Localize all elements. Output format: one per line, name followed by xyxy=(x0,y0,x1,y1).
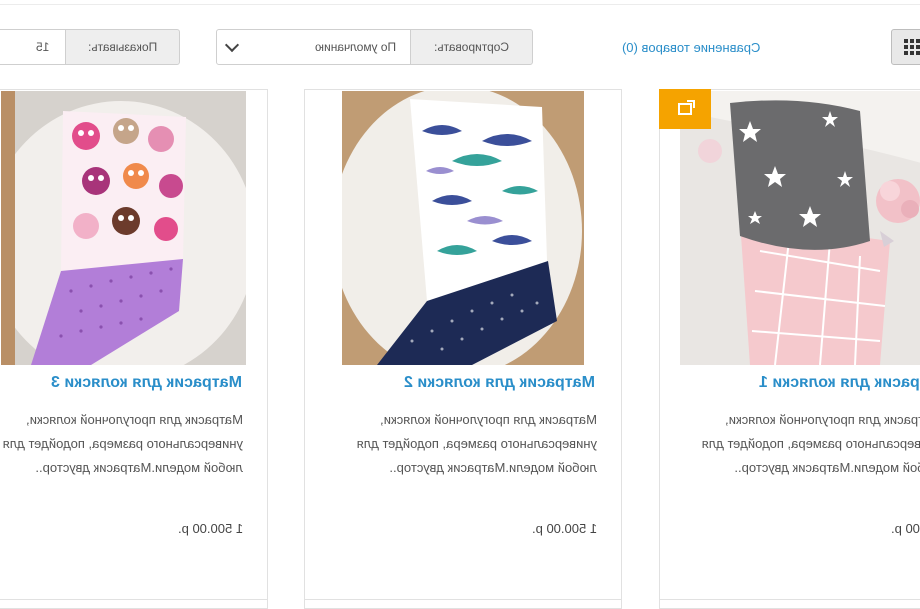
sort-select[interactable]: По умолчанию xyxy=(216,29,411,65)
product-price: 1 500.00 р. xyxy=(890,521,920,536)
sort-label: Сортировать: xyxy=(410,29,533,65)
compare-products-link[interactable]: Сравнение товаров (0) xyxy=(622,40,760,55)
product-image[interactable] xyxy=(680,91,920,365)
chevron-down-icon xyxy=(224,37,240,53)
product-name-link[interactable]: Матрасик для коляски 2 xyxy=(404,374,595,392)
grid-view-button[interactable] xyxy=(891,29,920,65)
show-limit-select[interactable]: 15 xyxy=(0,29,66,65)
product-price: 1 500.00 р. xyxy=(531,521,597,536)
product-image[interactable] xyxy=(1,91,246,365)
product-card: Матрасик для коляски 3 Матрасик для прог… xyxy=(0,89,268,609)
product-price: 1 500.00 р. xyxy=(177,521,243,536)
grid-icon xyxy=(904,39,920,55)
product-card: Матрасик для коляски 2 Матрасик для прог… xyxy=(304,89,622,609)
product-toolbar: 15 Показывать: По умолчанию Сортировать:… xyxy=(0,0,920,90)
product-description: Матрасик для прогулочной коляски, универ… xyxy=(2,412,243,475)
quickview-icon xyxy=(678,100,695,115)
quickview-badge[interactable] xyxy=(659,89,711,129)
product-description: Матрасик для прогулочной коляски, универ… xyxy=(701,412,920,475)
product-card: Матрасик для коляски 1 Матрасик для прог… xyxy=(659,89,920,609)
sort-value: По умолчанию xyxy=(314,40,396,54)
product-description: Матрасик для прогулочной коляски, универ… xyxy=(356,412,597,475)
show-limit-value: 15 xyxy=(35,40,49,54)
product-name-link[interactable]: Матрасик для коляски 3 xyxy=(51,374,242,392)
product-image[interactable] xyxy=(342,91,584,365)
show-limit-label: Показывать: xyxy=(65,29,180,65)
product-name-link[interactable]: Матрасик для коляски 1 xyxy=(759,374,920,392)
